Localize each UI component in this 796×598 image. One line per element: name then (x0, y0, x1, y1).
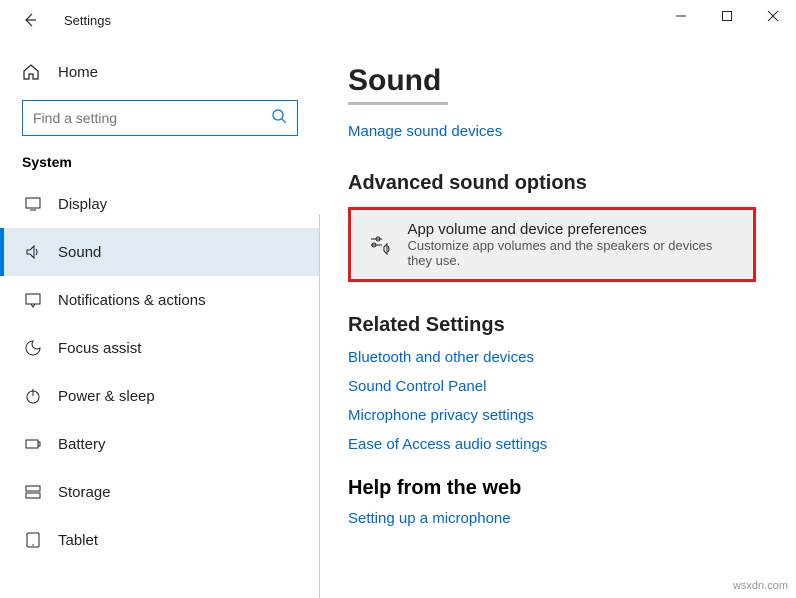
nav-storage[interactable]: Storage (0, 468, 320, 516)
nav-label: Tablet (58, 532, 98, 549)
divider (319, 214, 320, 598)
system-header: System (0, 136, 320, 180)
watermark: wsxdn.com (733, 580, 788, 592)
app-volume-preferences[interactable]: App volume and device preferences Custom… (352, 211, 752, 278)
minimize-button[interactable] (658, 0, 704, 32)
related-header: Related Settings (348, 314, 756, 337)
advanced-header: Advanced sound options (348, 172, 756, 195)
battery-icon (22, 435, 44, 453)
page-title: Sound (348, 64, 756, 98)
related-link[interactable]: Sound Control Panel (348, 378, 756, 395)
sound-icon (22, 243, 44, 261)
nav-label: Battery (58, 436, 106, 453)
nav-tablet[interactable]: Tablet (0, 516, 320, 564)
maximize-button[interactable] (704, 0, 750, 32)
pref-title: App volume and device preferences (407, 221, 738, 238)
search-icon (271, 108, 287, 129)
focus-icon (22, 339, 44, 357)
nav-battery[interactable]: Battery (0, 420, 320, 468)
nav-power-sleep[interactable]: Power & sleep (0, 372, 320, 420)
nav-display[interactable]: Display (0, 180, 320, 228)
nav-label: Sound (58, 244, 101, 261)
help-header: Help from the web (348, 477, 756, 500)
related-link[interactable]: Microphone privacy settings (348, 407, 756, 424)
storage-icon (22, 483, 44, 501)
nav-label: Notifications & actions (58, 292, 206, 309)
notifications-icon (22, 291, 44, 309)
search-input[interactable] (33, 110, 271, 126)
help-link[interactable]: Setting up a microphone (348, 510, 756, 527)
manage-devices-link[interactable]: Manage sound devices (348, 123, 756, 140)
nav-label: Focus assist (58, 340, 141, 357)
tablet-icon (22, 531, 44, 549)
content-pane: Sound Manage sound devices Advanced soun… (320, 40, 796, 598)
nav-sound[interactable]: Sound (0, 228, 320, 276)
close-button[interactable] (750, 0, 796, 32)
display-icon (22, 195, 44, 213)
related-link[interactable]: Bluetooth and other devices (348, 349, 756, 366)
sliders-icon (366, 233, 393, 257)
nav-notifications[interactable]: Notifications & actions (0, 276, 320, 324)
home-label: Home (58, 64, 98, 81)
pref-subtitle: Customize app volumes and the speakers o… (407, 238, 738, 268)
home-icon (22, 63, 44, 81)
highlight-box: App volume and device preferences Custom… (348, 207, 756, 282)
home-nav[interactable]: Home (0, 54, 320, 90)
back-button[interactable] (18, 8, 42, 32)
window-title: Settings (64, 13, 111, 28)
nav-label: Storage (58, 484, 111, 501)
nav-label: Power & sleep (58, 388, 155, 405)
search-input-container[interactable] (22, 100, 298, 136)
nav-label: Display (58, 196, 107, 213)
sidebar: Home System Display Sound Notifications … (0, 40, 320, 598)
related-link[interactable]: Ease of Access audio settings (348, 436, 756, 453)
nav-focus-assist[interactable]: Focus assist (0, 324, 320, 372)
power-icon (22, 387, 44, 405)
title-underline (348, 102, 448, 105)
